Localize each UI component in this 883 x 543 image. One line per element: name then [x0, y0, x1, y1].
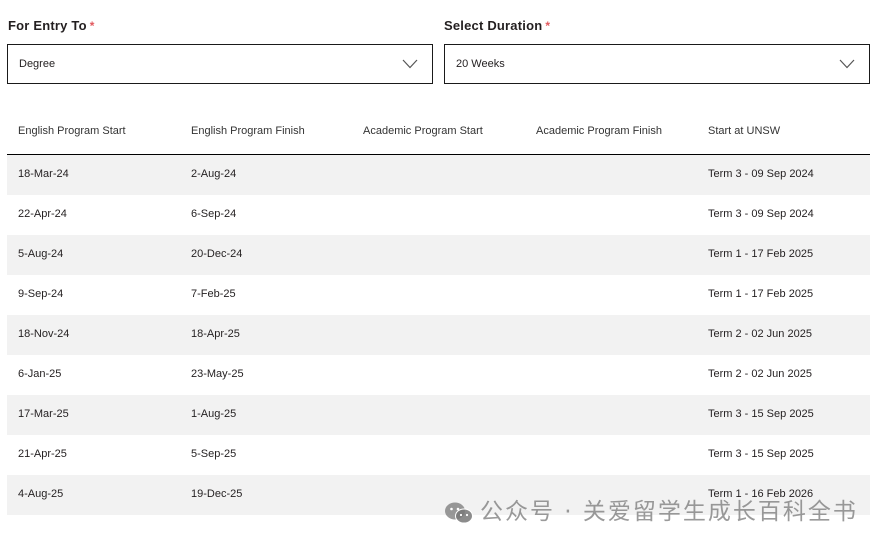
cell-english-start: 21-Apr-25	[18, 448, 67, 460]
duration-select-value: 20 Weeks	[456, 58, 505, 70]
cell-english-finish: 5-Sep-25	[191, 448, 237, 460]
cell-english-start: 6-Jan-25	[18, 368, 62, 380]
table-body: 18-Mar-24 2-Aug-24 Term 3 - 09 Sep 2024 22-…	[7, 155, 870, 515]
intake-dates-table: English Program Start English Program Fi…	[7, 112, 870, 515]
cell-english-finish: 1-Aug-25	[191, 408, 237, 420]
cell-english-finish: 18-Apr-25	[191, 328, 240, 340]
cell-english-start: 5-Aug-24	[18, 248, 64, 260]
table-row: 21-Apr-25 5-Sep-25 Term 3 - 15 Sep 2025	[7, 435, 870, 475]
cell-english-start: 22-Apr-24	[18, 208, 67, 220]
header-english-finish: English Program Finish	[191, 125, 305, 137]
table-row: 17-Mar-25 1-Aug-25 Term 3 - 15 Sep 2025	[7, 395, 870, 435]
table-row: 4-Aug-25 19-Dec-25 Term 1 - 16 Feb 2026	[7, 475, 870, 515]
entry-label: For Entry To *	[8, 18, 95, 33]
cell-english-start: 18-Mar-24	[18, 168, 69, 180]
table-row: 18-Mar-24 2-Aug-24 Term 3 - 09 Sep 2024	[7, 155, 870, 195]
entry-select-value: Degree	[19, 58, 56, 70]
cell-start-unsw: Term 3 - 15 Sep 2025	[708, 448, 814, 460]
cell-english-start: 9-Sep-24	[18, 288, 64, 300]
cell-english-finish: 6-Sep-24	[191, 208, 237, 220]
cell-english-finish: 23-May-25	[191, 368, 244, 380]
cell-start-unsw: Term 2 - 02 Jun 2025	[708, 368, 812, 380]
cell-start-unsw: Term 3 - 15 Sep 2025	[708, 408, 814, 420]
cell-english-start: 18-Nov-24	[18, 328, 70, 340]
cell-start-unsw: Term 1 - 16 Feb 2026	[708, 488, 814, 500]
entry-select[interactable]: Degree	[7, 44, 433, 84]
cell-english-start: 4-Aug-25	[18, 488, 64, 500]
table-row: 5-Aug-24 20-Dec-24 Term 1 - 17 Feb 2025	[7, 235, 870, 275]
cell-start-unsw: Term 1 - 17 Feb 2025	[708, 248, 814, 260]
duration-select[interactable]: 20 Weeks	[444, 44, 870, 84]
cell-english-start: 17-Mar-25	[18, 408, 69, 420]
chevron-down-icon	[402, 59, 418, 69]
required-mark: *	[545, 19, 551, 33]
header-academic-finish: Academic Program Finish	[536, 125, 662, 137]
header-english-start: English Program Start	[18, 125, 126, 137]
cell-start-unsw: Term 1 - 17 Feb 2025	[708, 288, 814, 300]
duration-label: Select Duration *	[444, 18, 551, 33]
cell-start-unsw: Term 3 - 09 Sep 2024	[708, 168, 814, 180]
cell-english-finish: 2-Aug-24	[191, 168, 237, 180]
chevron-down-icon	[839, 59, 855, 69]
header-academic-start: Academic Program Start	[363, 125, 483, 137]
required-mark: *	[89, 19, 95, 33]
header-start-unsw: Start at UNSW	[708, 125, 781, 137]
table-row: 6-Jan-25 23-May-25 Term 2 - 02 Jun 2025	[7, 355, 870, 395]
cell-english-finish: 7-Feb-25	[191, 288, 236, 300]
table-row: 18-Nov-24 18-Apr-25 Term 2 - 02 Jun 2025	[7, 315, 870, 355]
cell-english-finish: 19-Dec-25	[191, 488, 243, 500]
cell-start-unsw: Term 3 - 09 Sep 2024	[708, 208, 814, 220]
table-header: English Program Start English Program Fi…	[7, 112, 870, 155]
table-row: 22-Apr-24 6-Sep-24 Term 3 - 09 Sep 2024	[7, 195, 870, 235]
cell-start-unsw: Term 2 - 02 Jun 2025	[708, 328, 812, 340]
cell-english-finish: 20-Dec-24	[191, 248, 243, 260]
table-row: 9-Sep-24 7-Feb-25 Term 1 - 17 Feb 2025	[7, 275, 870, 315]
